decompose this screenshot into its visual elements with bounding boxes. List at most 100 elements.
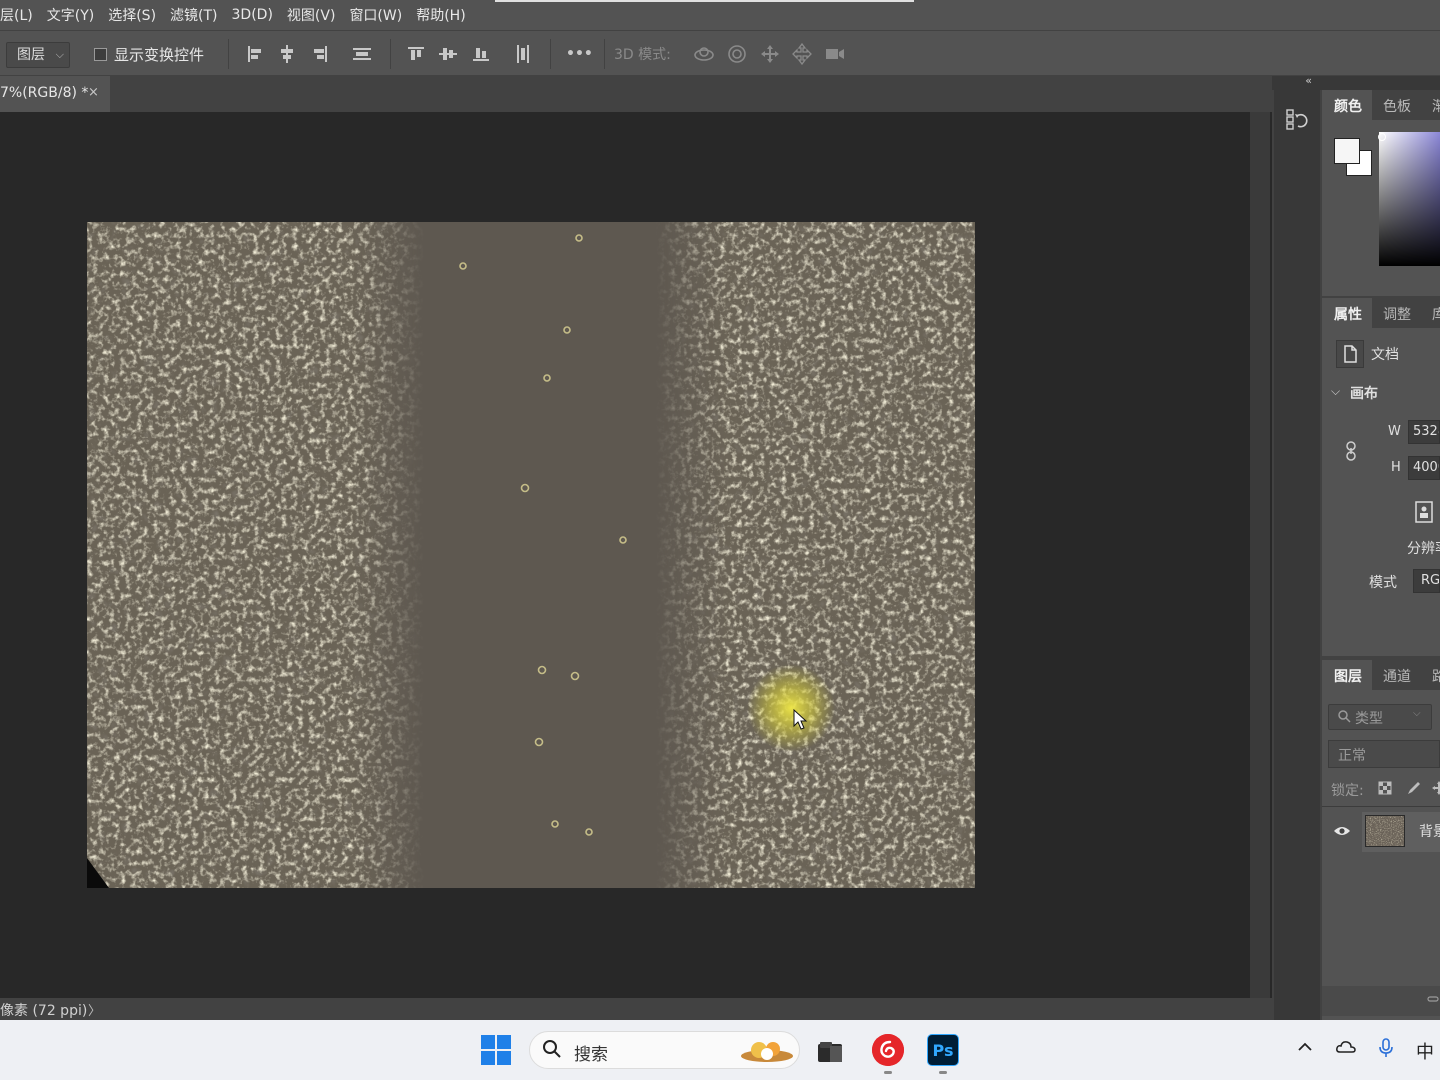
tab-libraries[interactable]: 库 <box>1432 304 1440 324</box>
color-panel-tabs: 颜色 色板 渐 <box>1322 90 1440 120</box>
color-mode-dropdown[interactable]: RGB <box>1413 569 1440 593</box>
netease-music-icon[interactable] <box>872 1034 904 1066</box>
app-running-indicator <box>939 1071 947 1074</box>
menu-help[interactable]: 帮助(H) <box>409 5 472 25</box>
auto-select-target-dropdown[interactable]: 图层 ⌵ <box>6 42 70 68</box>
tab-gradients[interactable]: 渐 <box>1432 96 1440 116</box>
windows-start-icon[interactable] <box>481 1035 511 1065</box>
color-picker-handle[interactable] <box>1378 133 1386 141</box>
properties-doc-label: 文档 <box>1371 347 1399 363</box>
photoshop-icon[interactable]: Ps <box>927 1034 959 1066</box>
microphone-icon[interactable] <box>1377 1038 1395 1063</box>
separator <box>604 39 605 69</box>
tab-paths[interactable]: 路 <box>1432 666 1440 686</box>
canvas-height-input[interactable]: 4000 <box>1408 456 1440 480</box>
chevron-up-icon[interactable] <box>1296 1038 1314 1061</box>
separator <box>390 39 391 69</box>
onedrive-cloud-icon[interactable] <box>1335 1038 1357 1061</box>
layer-thumbnail[interactable] <box>1365 815 1405 847</box>
document-icon <box>1336 340 1364 368</box>
tab-channels[interactable]: 通道 <box>1383 666 1411 686</box>
chevron-right-icon[interactable]: 〉 <box>88 1000 101 1019</box>
canvas-width-input[interactable]: 5328 <box>1408 420 1440 444</box>
align-top-icon[interactable] <box>404 42 428 66</box>
tab-swatches[interactable]: 色板 <box>1383 96 1411 116</box>
3d-pan-icon[interactable] <box>758 42 782 66</box>
properties-panel-tabs: 属性 调整 库 <box>1322 298 1440 328</box>
show-transform-checkbox[interactable] <box>94 48 107 61</box>
close-icon[interactable]: × <box>88 85 99 100</box>
align-left-icon[interactable] <box>243 42 267 66</box>
link-layers-icon[interactable] <box>1426 992 1440 1006</box>
status-bar: 像素 (72 ppi) 〉 <box>0 998 1272 1020</box>
3d-camera-icon[interactable] <box>823 42 847 66</box>
panel-collapse-bar[interactable]: « <box>1272 74 1440 90</box>
double-chevron-left-icon[interactable]: « <box>1305 74 1312 87</box>
taskbar-search-label: 搜索 <box>574 1045 608 1065</box>
tab-layers[interactable]: 图层 <box>1334 666 1362 686</box>
cell-microscopy-image <box>87 222 975 888</box>
tab-properties[interactable]: 属性 <box>1334 304 1362 324</box>
layers-panel-tabs: 图层 通道 路 <box>1322 660 1440 690</box>
menu-window[interactable]: 窗口(W) <box>342 5 409 25</box>
vertical-scrollbar[interactable] <box>1250 112 1270 998</box>
3d-mode-label: 3D 模式: <box>614 47 671 63</box>
lock-label: 锁定: <box>1331 783 1364 799</box>
document-tab[interactable]: 7%(RGB/8) * × <box>0 76 110 112</box>
document-tab-bar <box>0 76 1272 112</box>
document-image[interactable] <box>87 222 975 888</box>
search-highlight-icon <box>737 1036 795 1064</box>
eye-icon[interactable] <box>1333 824 1351 838</box>
more-options-icon[interactable]: ••• <box>566 42 593 66</box>
menu-view[interactable]: 视图(V) <box>280 5 343 25</box>
width-label: W <box>1388 424 1401 439</box>
link-icon[interactable] <box>1342 440 1360 462</box>
ime-indicator[interactable]: 中 <box>1416 1038 1434 1064</box>
show-transform-label: 显示变换控件 <box>114 46 205 64</box>
lock-image-pixels-icon[interactable] <box>1405 779 1423 797</box>
layer-filter-dropdown[interactable]: 类型 ⌵ <box>1328 704 1432 730</box>
color-picker-field[interactable] <box>1379 132 1440 266</box>
app-running-indicator <box>884 1071 892 1074</box>
separator <box>228 39 229 69</box>
portrait-orientation-icon[interactable] <box>1413 500 1435 524</box>
3d-slide-icon[interactable] <box>790 42 814 66</box>
menu-3d[interactable]: 3D(D) <box>225 7 280 23</box>
align-right-icon[interactable] <box>308 42 332 66</box>
mode-label: 模式 <box>1369 575 1397 591</box>
layer-name[interactable]: 背景 <box>1419 821 1440 841</box>
resolution-label: 分辨率 <box>1407 541 1440 557</box>
divider <box>1322 806 1440 807</box>
menu-bar: 层(L) 文字(Y) 选择(S) 滤镜(T) 3D(D) 视图(V) 窗口(W)… <box>0 0 1440 30</box>
lock-transparent-pixels-icon[interactable] <box>1377 780 1393 796</box>
panel-icon-strip <box>1274 90 1320 1020</box>
3d-orbit-icon[interactable] <box>692 42 716 66</box>
chevron-down-icon[interactable]: ⌵ <box>1331 384 1340 399</box>
chevron-down-icon: ⌵ <box>55 48 64 61</box>
menu-select[interactable]: 选择(S) <box>101 5 163 25</box>
file-explorer-icon[interactable] <box>816 1038 844 1064</box>
align-horizontal-center-icon[interactable] <box>275 42 299 66</box>
align-bottom-icon[interactable] <box>469 42 493 66</box>
tab-color[interactable]: 颜色 <box>1334 96 1362 116</box>
status-resolution: 像素 (72 ppi) <box>0 1003 88 1019</box>
menu-type[interactable]: 文字(Y) <box>40 5 101 25</box>
menu-layer[interactable]: 层(L) <box>0 5 40 25</box>
distribute-horizontal-icon[interactable] <box>511 42 535 66</box>
cursor-highlight <box>747 664 835 752</box>
search-icon <box>1337 709 1351 723</box>
3d-roll-icon[interactable] <box>725 42 749 66</box>
align-vertical-center-icon[interactable] <box>436 42 460 66</box>
layer-filter-placeholder: 类型 <box>1355 711 1383 727</box>
distribute-vertical-icon[interactable] <box>350 42 374 66</box>
menu-filter[interactable]: 滤镜(T) <box>163 5 224 25</box>
history-panel-icon[interactable] <box>1282 104 1312 134</box>
lock-position-icon[interactable] <box>1430 779 1440 797</box>
auto-select-target-value: 图层 <box>17 47 45 63</box>
document-tab-title: 7%(RGB/8) * <box>0 85 89 101</box>
foreground-color-swatch[interactable] <box>1334 138 1360 164</box>
blend-mode-dropdown[interactable]: 正常 <box>1328 740 1440 768</box>
tab-adjustments[interactable]: 调整 <box>1383 304 1411 324</box>
height-label: H <box>1391 460 1401 475</box>
taskbar-search-box[interactable]: 搜索 <box>529 1031 800 1069</box>
